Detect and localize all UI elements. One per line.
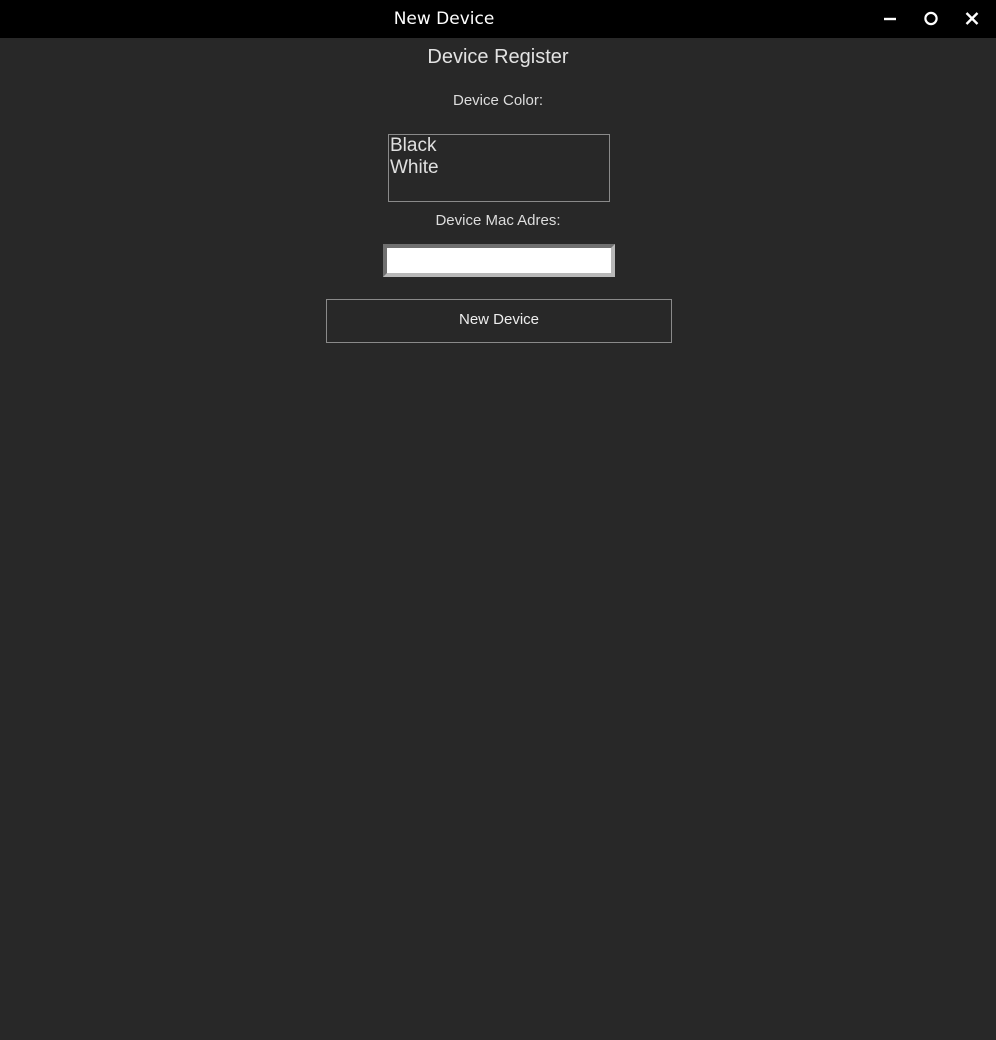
minimize-icon <box>884 17 896 21</box>
close-button[interactable] <box>957 4 987 34</box>
color-option-black[interactable]: Black <box>389 135 609 157</box>
window-title: New Device <box>393 9 495 29</box>
new-device-button[interactable]: New Device <box>326 299 672 343</box>
maximize-button[interactable] <box>916 4 946 34</box>
close-icon <box>965 12 979 25</box>
color-option-white[interactable]: White <box>389 157 609 179</box>
window-titlebar: New Device <box>0 0 996 38</box>
page-title: Device Register <box>427 46 569 68</box>
device-color-listbox[interactable]: Black White <box>388 134 610 202</box>
device-color-label: Device Color: <box>452 92 544 109</box>
minimize-button[interactable] <box>875 4 905 34</box>
window-content: Device Register Device Color: Black Whit… <box>0 38 996 1040</box>
mac-address-input[interactable] <box>383 244 615 277</box>
maximize-icon <box>924 11 938 26</box>
device-mac-label: Device Mac Adres: <box>435 212 561 229</box>
